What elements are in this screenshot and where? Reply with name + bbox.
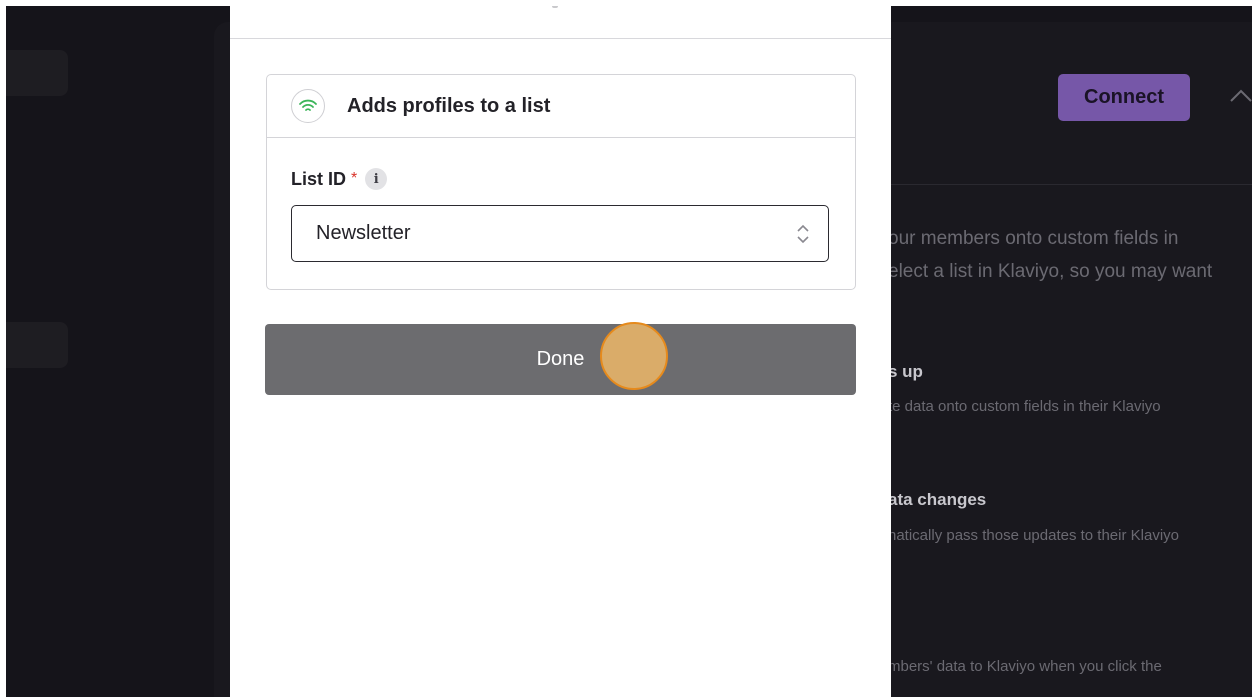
bg-description-line: our members onto custom fields in bbox=[888, 228, 1179, 249]
signal-icon bbox=[291, 89, 325, 123]
bg-section-heading: ata changes bbox=[888, 490, 987, 509]
bg-section-text: natically pass those updates to their Kl… bbox=[888, 527, 1179, 544]
list-id-label: List ID bbox=[291, 168, 347, 189]
modal-header bbox=[230, 6, 891, 39]
list-id-select[interactable]: Newsletter bbox=[291, 205, 829, 262]
bg-section-text: mbers' data to Klaviyo when you click th… bbox=[888, 658, 1162, 675]
action-config-modal: Adds profiles to a list List ID * i News… bbox=[230, 6, 891, 697]
required-marker: * bbox=[351, 170, 358, 187]
connect-button[interactable]: Connect bbox=[1058, 74, 1190, 121]
list-id-selected-value: Newsletter bbox=[316, 222, 411, 244]
select-arrows-icon bbox=[797, 224, 809, 244]
bg-sidebar-item bbox=[6, 322, 68, 368]
done-button[interactable]: Done bbox=[265, 324, 856, 395]
bg-description-line: elect a list in Klaviyo, so you may want bbox=[888, 261, 1213, 282]
modal-title-fragment bbox=[552, 6, 558, 8]
click-indicator bbox=[600, 322, 668, 390]
bg-sidebar-item bbox=[6, 50, 68, 96]
list-id-label-row: List ID * i bbox=[291, 168, 388, 190]
action-card: Adds profiles to a list List ID * i News… bbox=[266, 74, 856, 290]
bg-section-heading: s up bbox=[888, 362, 923, 381]
app-backdrop: Connect our members onto custom fields i… bbox=[6, 6, 1252, 697]
bg-divider bbox=[890, 184, 1252, 185]
bg-section-text: te data onto custom fields in their Klav… bbox=[888, 398, 1161, 415]
chevron-up-icon[interactable] bbox=[1228, 84, 1252, 110]
action-title: Adds profiles to a list bbox=[347, 94, 551, 117]
action-card-header: Adds profiles to a list bbox=[267, 75, 855, 138]
info-icon[interactable]: i bbox=[365, 168, 388, 190]
